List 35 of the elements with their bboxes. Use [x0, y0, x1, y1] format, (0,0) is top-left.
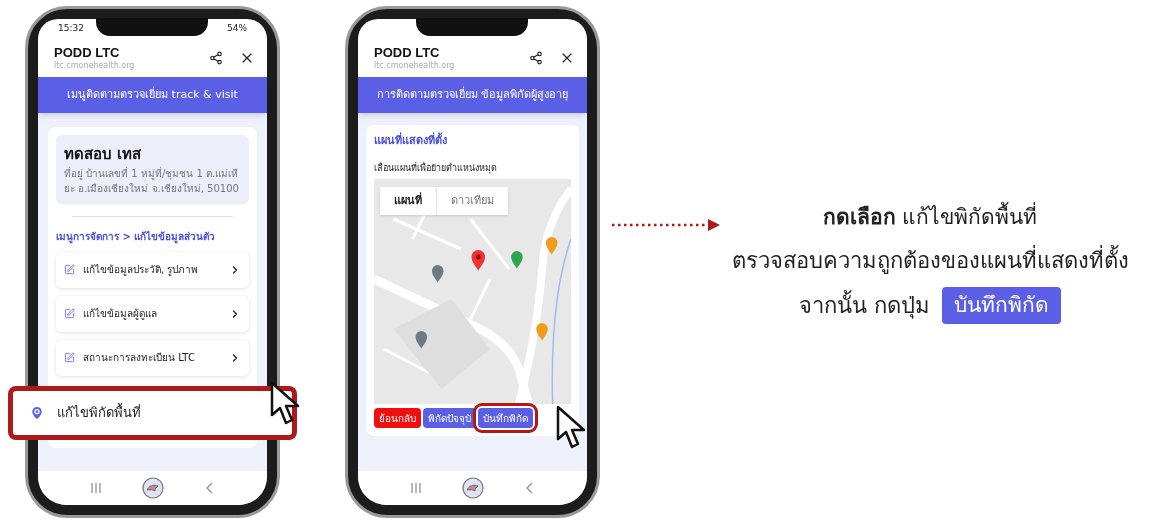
action-button[interactable]: ย้อนกลับ — [374, 408, 421, 428]
action-button[interactable]: พิกัดปัจจุบั — [423, 408, 476, 428]
home-logo-icon[interactable] — [142, 477, 165, 499]
instruction-line: ตรวจสอบความถูกต้องของแผนที่แสดงที่ตั้ง — [731, 244, 1129, 276]
home-logo-icon[interactable] — [462, 477, 485, 499]
card-title: แผนที่แสดงที่ตั้ง — [374, 133, 448, 149]
section-title: เมนูการจัดการ > แก้ไขข้อมูลส่วนตัว — [56, 229, 217, 244]
instruction-line: กดเลือก แก้ไขพิกัดพื้นที่ — [822, 202, 1038, 234]
app-title: PODD LTC — [54, 44, 121, 61]
edit-icon — [64, 264, 75, 275]
battery-level: 54% — [227, 22, 247, 36]
map-pin-icon — [29, 404, 45, 421]
map-type-tab[interactable]: แผนที่ — [380, 187, 436, 215]
back-icon[interactable] — [524, 482, 535, 494]
edit-icon — [64, 352, 75, 363]
map-instruction: เลื่อนแผนที่เพื่อย้ายตำแหน่งหมุด — [374, 161, 498, 175]
site-url: ltc.cmonehealth.org — [374, 61, 455, 72]
back-icon[interactable] — [204, 482, 215, 494]
edit-icon — [64, 308, 75, 319]
site-url: ltc.cmonehealth.org — [54, 61, 135, 72]
status-time: 15:32 — [58, 22, 84, 36]
share-icon[interactable] — [529, 51, 543, 65]
profile-name: ทดสอบ เทส — [64, 144, 143, 165]
map-type-tab[interactable]: ดาวเทียม — [436, 187, 508, 215]
banner-title: เมนูติดตามตรวจเยี่ยม track & visit — [67, 86, 238, 103]
menu-item[interactable]: แก้ไขข้อมูลผู้ดูแล — [56, 295, 249, 332]
save-location-button-sample: บันทึกพิกัด — [942, 286, 1061, 324]
profile-address: ที่อยู่ บ้านเลขที่ 1 หมู่ที่/ชุมชน 1 ต.แม่เหียะ อ.เมืองเชียงใหม่ จ.เชียงใหม่, 50100 — [64, 165, 240, 196]
app-title: PODD LTC — [374, 44, 441, 61]
banner-title: การติดตามตรวจเยี่ยม ข้อมูลพิกัดผู้สูงอายุ — [376, 86, 569, 103]
share-icon[interactable] — [209, 51, 223, 65]
menu-item[interactable]: แก้ไขพิกัดพื้นที่ — [8, 385, 297, 440]
menu-item[interactable]: สถานะการลงทะเบียน LTC — [56, 339, 249, 376]
menu-item[interactable]: แก้ไขข้อมูลประวัติ, รูปภาพ — [56, 251, 249, 288]
instruction-line: จากนั้น กดปุ่ม — [799, 289, 930, 321]
